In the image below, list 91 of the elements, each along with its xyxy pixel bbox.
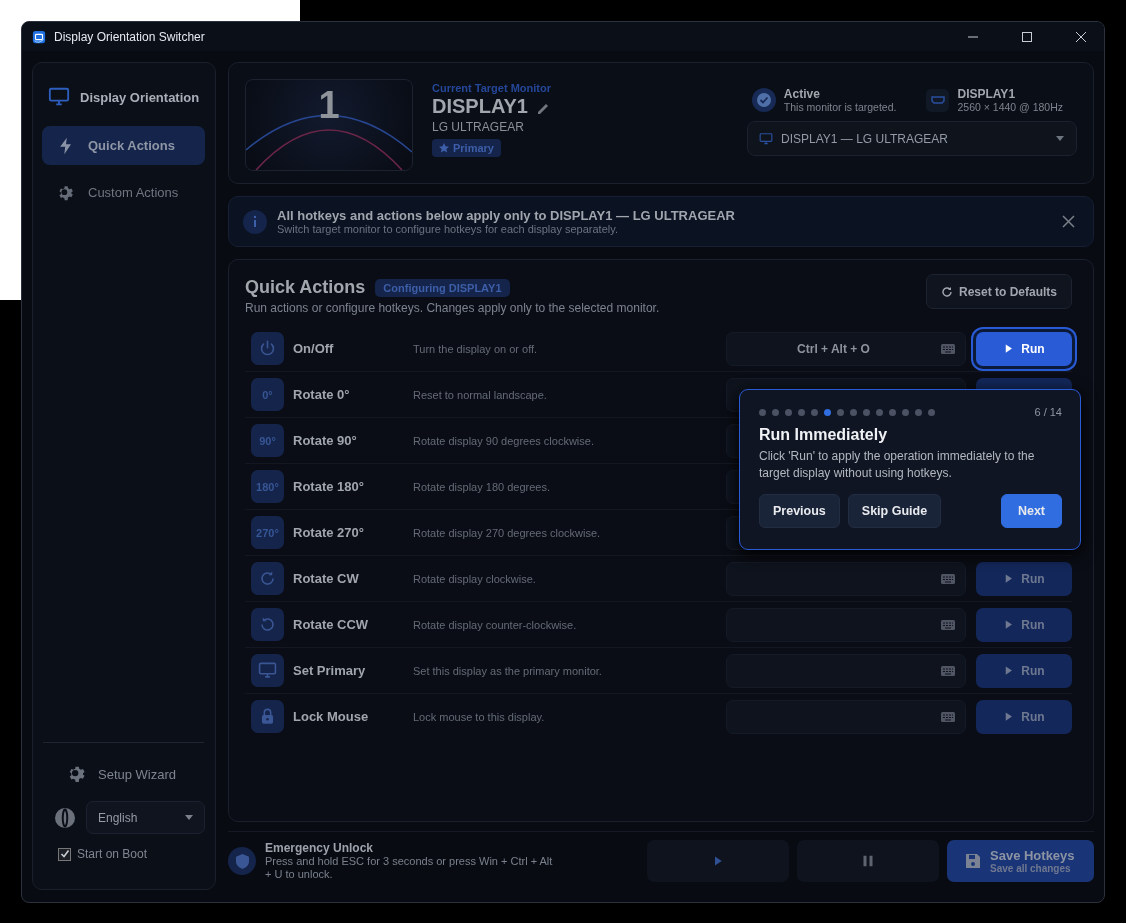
action-name: Rotate CCW xyxy=(293,617,370,632)
status-note: This monitor is targeted. xyxy=(783,101,897,113)
action-name: Rotate 90° xyxy=(293,433,358,448)
pause-button[interactable] xyxy=(797,840,939,882)
display-port-icon xyxy=(930,95,945,105)
monitor-icon xyxy=(759,131,773,146)
play-icon xyxy=(1003,665,1015,676)
status-label: Active xyxy=(783,87,821,101)
action-name: Set Primary xyxy=(293,663,367,678)
action-description: Rotate display clockwise. xyxy=(413,572,537,585)
globe-icon xyxy=(54,806,76,829)
hotkey-field[interactable] xyxy=(726,561,966,596)
shield-icon xyxy=(235,853,249,869)
rotate-counterclockwise-icon xyxy=(258,615,277,634)
emergency-title: Emergency Unlock xyxy=(265,841,375,855)
caret-icon xyxy=(1055,135,1065,142)
action-name: Rotate 0° xyxy=(293,387,351,402)
checkbox[interactable] xyxy=(58,847,71,861)
play-button[interactable] xyxy=(647,840,789,882)
action-name: Rotate CW xyxy=(293,571,360,586)
action-badge: 270° xyxy=(251,516,284,549)
monitor-model: LG ULTRAGEAR xyxy=(432,120,525,134)
next-button[interactable]: Next xyxy=(1000,494,1062,528)
setup-wizard-link[interactable]: Setup Wizard xyxy=(66,759,205,789)
star-icon xyxy=(439,143,449,153)
monitor-dropdown[interactable]: DISPLAY1 — LG ULTRAGEAR xyxy=(747,121,1077,156)
action-badge: 90° xyxy=(251,424,284,457)
action-description: Rotate display counter-clockwise. xyxy=(413,618,578,631)
monitor-icon xyxy=(258,661,277,680)
maximize-icon xyxy=(1022,31,1032,42)
action-description: Lock mouse to this display. xyxy=(413,710,546,723)
info-icon xyxy=(243,209,267,234)
section-subtitle: Run actions or configure hotkeys. Changes apply only to the selected monitor. xyxy=(245,301,660,315)
hotkey-field[interactable] xyxy=(726,607,966,642)
action-description: Set this display as the primary monitor. xyxy=(413,664,603,677)
action-description: Turn the display on or off. xyxy=(413,342,539,355)
hotkey-field[interactable] xyxy=(726,653,966,688)
window-title: Display Orientation Switcher xyxy=(54,29,205,44)
configuring-badge: Configuring DISPLAY1 xyxy=(375,278,510,297)
section-caption: Current Target Monitor xyxy=(432,82,551,94)
monitor-name: DISPLAY1 xyxy=(432,95,528,118)
action-name: On/Off xyxy=(293,341,335,356)
action-description: Rotate display 90 degrees clockwise. xyxy=(413,434,595,447)
monitor-icon xyxy=(48,86,70,108)
step-counter: 6 / 14 xyxy=(1034,406,1062,418)
primary-badge: Primary xyxy=(432,139,501,157)
play-icon xyxy=(1003,573,1015,584)
close-icon xyxy=(1076,31,1086,42)
action-name: Lock Mouse xyxy=(293,709,370,724)
nav-item[interactable]: Quick Actions xyxy=(42,126,205,165)
reset-button[interactable]: Reset to Defaults xyxy=(925,274,1072,309)
language-dropdown[interactable]: English xyxy=(86,801,205,834)
run-button[interactable]: Run xyxy=(976,653,1072,688)
close-icon xyxy=(1062,215,1075,228)
action-description: Rotate display 270 degrees clockwise. xyxy=(413,526,602,539)
hotkey-field[interactable] xyxy=(726,699,966,734)
guide-button[interactable]: Previous xyxy=(759,494,840,528)
guide-button[interactable]: Skip Guide xyxy=(847,494,942,528)
display-name: DISPLAY1 xyxy=(957,87,1017,101)
pause-icon xyxy=(862,855,874,867)
display-resolution: 2560 × 1440 @ 180Hz xyxy=(957,101,1063,113)
caret-icon xyxy=(184,814,194,821)
action-name: Rotate 180° xyxy=(293,479,365,494)
nav-item[interactable]: Custom Actions xyxy=(42,173,205,212)
play-icon xyxy=(1003,343,1015,354)
action-description: Reset to normal landscape. xyxy=(413,388,548,401)
checkbox-label: Start on Boot xyxy=(77,847,148,861)
save-button[interactable]: Save Hotkeys Save all changes xyxy=(947,840,1094,882)
rotate-clockwise-icon xyxy=(258,569,277,588)
emergency-text: Press and hold ESC for 3 seconds or press Win + Ctrl + Alt + U to unlock. xyxy=(265,855,554,881)
hotkey-field[interactable]: Ctrl + Alt + O xyxy=(726,331,966,366)
guide-text: Click 'Run' to apply the operation immediately to the target display without using hotkeys. xyxy=(759,448,1036,482)
run-button[interactable]: Run xyxy=(976,699,1072,734)
action-badge: 0° xyxy=(251,378,284,411)
action-badge: 180° xyxy=(251,470,284,503)
reset-icon xyxy=(940,285,953,298)
action-name: Rotate 270° xyxy=(293,525,365,540)
section-title: Quick Actions xyxy=(245,277,366,298)
check-circle-icon xyxy=(751,88,776,112)
play-icon xyxy=(1003,619,1015,630)
run-button[interactable]: Run xyxy=(976,561,1072,596)
app-heading: Display Orientation xyxy=(80,89,200,105)
banner-title: All hotkeys and actions below apply only to DISPLAY1 — LG ULTRAGEAR xyxy=(277,208,736,223)
run-button[interactable]: Run xyxy=(976,607,1072,642)
action-description: Rotate display 180 degrees. xyxy=(413,480,551,493)
banner-subtitle: Switch target monitor to configure hotkeys for each display separately. xyxy=(277,223,619,235)
play-icon xyxy=(712,855,724,867)
power-icon xyxy=(258,339,277,358)
guide-title: Run Immediately xyxy=(759,426,889,444)
app-logo-icon xyxy=(32,29,46,44)
play-icon xyxy=(1003,711,1015,722)
